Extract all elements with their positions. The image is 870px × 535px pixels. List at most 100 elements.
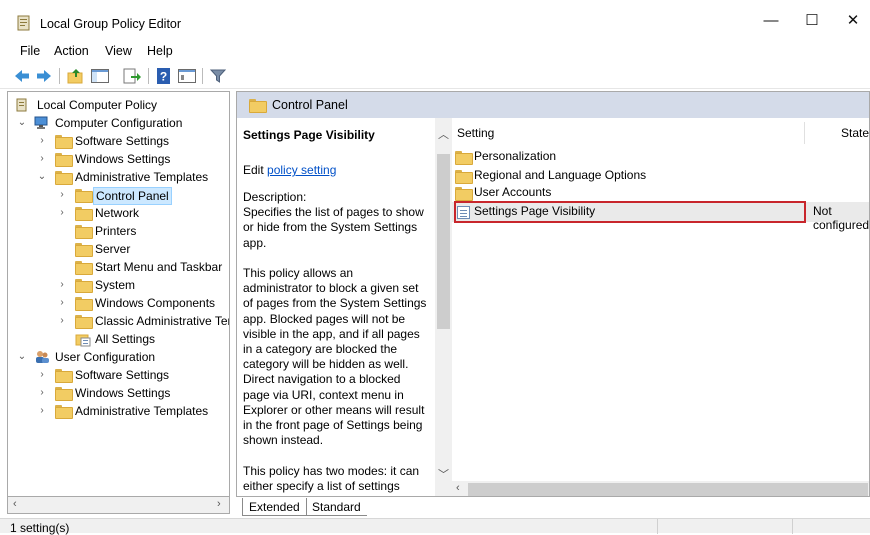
chevron-right-icon[interactable]: › — [56, 294, 68, 312]
tree-horizontal-scrollbar[interactable]: ‹ › — [7, 497, 230, 514]
tree-label: Administrative Templates — [75, 404, 209, 418]
menu-help[interactable]: Help — [147, 44, 173, 58]
properties-view-icon[interactable] — [177, 67, 197, 85]
svg-text:?: ? — [160, 70, 167, 84]
close-button[interactable]: ✕ — [838, 8, 868, 34]
tree-label: User Configuration — [55, 350, 156, 364]
folder-icon — [75, 207, 93, 221]
panel-header: Control Panel — [237, 92, 869, 118]
folder-icon — [55, 405, 73, 419]
chevron-right-icon[interactable]: › — [36, 402, 48, 420]
description-title: Settings Page Visibility — [243, 128, 375, 142]
list-item-user-accounts[interactable]: User Accounts — [452, 183, 869, 201]
tree-label-selected: Control Panel — [93, 187, 172, 205]
scroll-up-arrow-icon[interactable]: ︿ — [438, 126, 449, 142]
menu-view[interactable]: View — [105, 44, 132, 58]
tree-label: Local Computer Policy — [37, 98, 158, 112]
chevron-right-icon[interactable]: › — [56, 312, 68, 330]
toolbar-separator — [59, 68, 60, 84]
list-header: Setting State — [452, 118, 869, 144]
tree-label: Network — [95, 206, 140, 220]
selected-setting-state: Not configured — [813, 204, 870, 232]
chevron-right-icon[interactable]: › — [36, 150, 48, 168]
menu-file[interactable]: File — [20, 44, 40, 58]
chevron-right-icon[interactable]: › — [36, 384, 48, 402]
minimize-button[interactable]: — — [756, 8, 786, 34]
toolbar-separator — [202, 68, 203, 84]
tree-label: Computer Configuration — [55, 116, 183, 130]
chevron-right-icon[interactable]: › — [56, 204, 68, 222]
edit-policy-setting-link[interactable]: policy setting — [267, 163, 336, 177]
details-pane: Control Panel Settings Page Visibility E… — [236, 91, 870, 497]
highlight-box — [454, 201, 806, 223]
description-vertical-scrollbar[interactable]: ︿ ﹀ — [435, 118, 452, 496]
all-settings-icon — [75, 334, 91, 347]
filter-icon[interactable] — [208, 67, 228, 85]
folder-icon — [55, 369, 73, 383]
scroll-right-arrow-icon[interactable]: › — [217, 498, 221, 510]
chevron-right-icon[interactable]: › — [56, 276, 68, 294]
folder-icon — [75, 297, 93, 311]
show-hide-tree-icon[interactable] — [90, 67, 110, 85]
chevron-right-icon[interactable]: › — [36, 366, 48, 384]
scroll-left-arrow-icon[interactable]: ‹ — [456, 482, 460, 494]
toolbar: ? — [0, 63, 870, 89]
folder-icon — [75, 225, 93, 239]
chevron-right-icon[interactable]: › — [56, 186, 68, 204]
scrollbar-thumb[interactable] — [468, 483, 868, 496]
forward-arrow-icon[interactable] — [34, 67, 54, 85]
chevron-down-icon[interactable]: ⌄ — [16, 348, 28, 366]
scroll-down-arrow-icon[interactable]: ﹀ — [438, 466, 449, 482]
group-policy-app-icon — [17, 15, 30, 31]
chevron-right-icon[interactable]: › — [36, 132, 48, 150]
folder-icon — [55, 135, 73, 149]
folder-icon — [455, 170, 473, 184]
column-header-setting[interactable]: Setting — [457, 126, 494, 140]
scrollbar-thumb[interactable] — [437, 154, 450, 329]
back-arrow-icon[interactable] — [12, 67, 32, 85]
tree-label: Windows Components — [95, 296, 216, 310]
tree-pane: Local Computer Policy ⌄ Computer Configu… — [7, 91, 230, 497]
panel-header-title: Control Panel — [272, 98, 348, 112]
tree-label: Classic Administrative Ter — [95, 314, 230, 328]
list-item-personalization[interactable]: Personalization — [452, 147, 869, 166]
folder-icon — [75, 243, 93, 257]
view-tabs: Extended Standard — [236, 497, 436, 517]
help-icon[interactable]: ? — [154, 67, 174, 85]
tree-label: Software Settings — [75, 368, 170, 382]
tree-label: Software Settings — [75, 134, 170, 148]
list-horizontal-scrollbar[interactable]: ‹ — [452, 481, 869, 496]
folder-icon — [249, 99, 267, 113]
up-folder-icon[interactable] — [66, 67, 86, 85]
description-text: Description: Specifies the list of pages… — [243, 190, 427, 493]
tree-label: All Settings — [95, 332, 156, 346]
folder-icon — [55, 171, 73, 185]
policy-document-icon — [16, 98, 27, 112]
export-list-icon[interactable] — [122, 67, 142, 85]
menu-bar: File Action View Help — [0, 42, 870, 62]
tab-extended[interactable]: Extended — [242, 498, 307, 516]
tree-label: Start Menu and Taskbar — [95, 260, 223, 274]
list-item-label: User Accounts — [474, 185, 552, 199]
settings-list: Setting State Personalization Regional a… — [452, 118, 870, 496]
menu-action[interactable]: Action — [54, 44, 89, 58]
status-separator — [657, 519, 658, 534]
column-separator[interactable] — [804, 122, 805, 144]
maximize-button[interactable]: ☐ — [797, 8, 827, 34]
folder-icon — [455, 151, 473, 165]
users-icon — [36, 351, 49, 363]
tree-label: Windows Settings — [75, 152, 171, 166]
folder-icon — [75, 315, 93, 329]
status-separator — [792, 519, 793, 534]
folder-icon — [55, 153, 73, 167]
list-item-label: Personalization — [474, 149, 557, 163]
tab-standard[interactable]: Standard — [306, 498, 367, 516]
scroll-left-arrow-icon[interactable]: ‹ — [13, 498, 17, 510]
tree-label: Printers — [95, 224, 137, 238]
tree-label: System — [95, 278, 136, 292]
description-pane: Settings Page Visibility Edit policy set… — [237, 118, 435, 496]
status-bar: 1 setting(s) — [0, 518, 870, 535]
column-header-state[interactable]: State — [841, 126, 869, 140]
chevron-down-icon[interactable]: ⌄ — [36, 168, 48, 186]
chevron-down-icon[interactable]: ⌄ — [16, 114, 28, 132]
